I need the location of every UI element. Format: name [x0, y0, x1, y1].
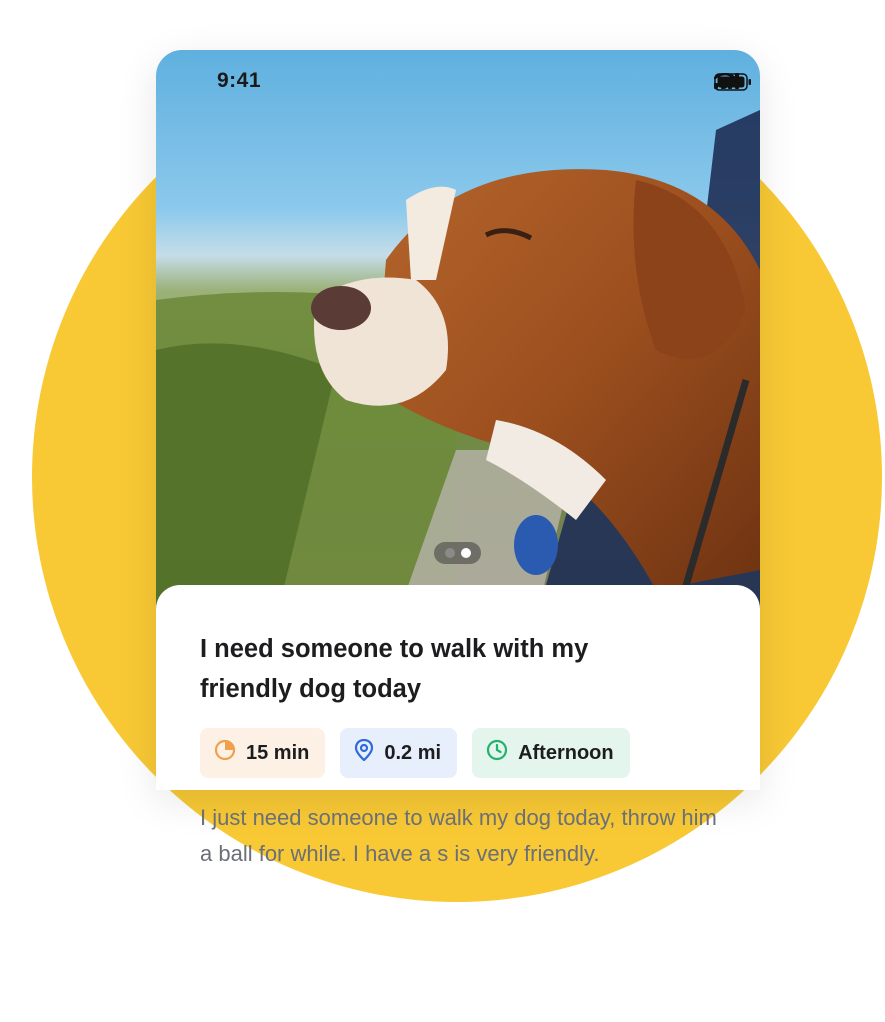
- post-card: I need someone to walk with my friendly …: [156, 585, 760, 790]
- post-title: I need someone to walk with my friendly …: [200, 635, 589, 703]
- distance-chip: 0.2 mi: [340, 728, 458, 778]
- post-description: I just need someone to walk my dog today…: [200, 805, 717, 866]
- pager-dot[interactable]: [444, 548, 455, 558]
- status-time: 9:41: [217, 69, 262, 92]
- duration-label: 15 min: [246, 741, 310, 764]
- image-pager[interactable]: [434, 542, 481, 564]
- dog-illustration: [156, 110, 760, 620]
- location-pin-icon: [354, 738, 374, 767]
- clock-icon: [486, 739, 508, 767]
- clock-timer-icon: [214, 739, 236, 767]
- duration-chip: 15 min: [200, 728, 326, 778]
- post-chips: 15 min 0.2 mi Afternoon: [200, 728, 630, 778]
- time-of-day-chip: Afternoon: [472, 728, 630, 778]
- pager-dot-active[interactable]: [460, 548, 471, 558]
- phone-frame: 9:41 I need someone to walk with my frie…: [156, 50, 760, 790]
- time-of-day-label: Afternoon: [518, 741, 614, 764]
- status-bar: 9:41: [156, 50, 760, 112]
- distance-label: 0.2 mi: [384, 741, 442, 764]
- dog-photo: 9:41: [156, 50, 760, 620]
